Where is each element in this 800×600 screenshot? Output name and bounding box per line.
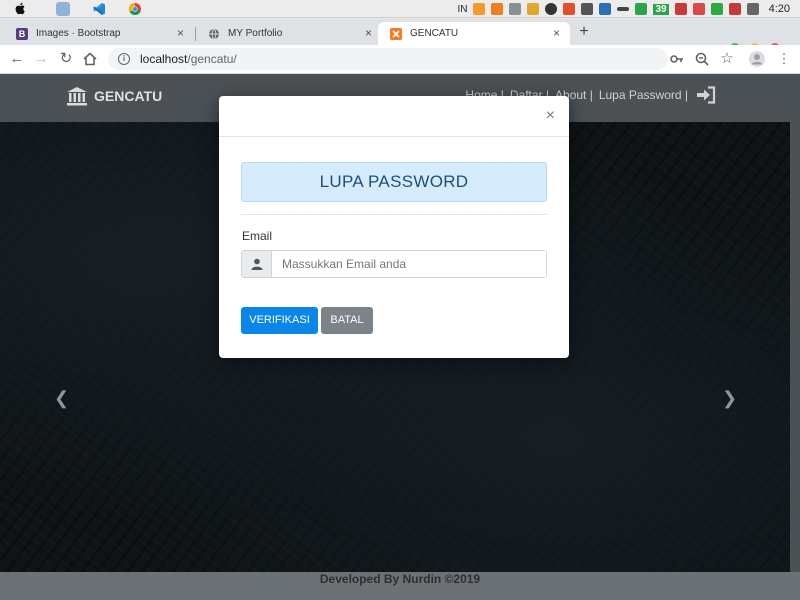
xampp-favicon <box>390 27 402 40</box>
tab-label: GENCATU <box>410 28 459 39</box>
tool-icon[interactable] <box>509 3 522 15</box>
institution-icon <box>67 87 87 106</box>
user-addon <box>242 251 272 277</box>
page-scrollbar[interactable] <box>790 122 800 572</box>
key-icon[interactable] <box>668 50 686 68</box>
page-viewport: GENCATU Home | Daftar | About | Lupa Pas… <box>0 74 800 600</box>
vscode-icon[interactable] <box>92 2 106 16</box>
kebab-menu-icon[interactable]: ⋮ <box>775 50 793 68</box>
back-arrow-icon[interactable]: ← <box>8 50 26 68</box>
bluetooth-icon[interactable] <box>746 3 759 15</box>
xampp-icon[interactable] <box>491 3 504 15</box>
alert-icon[interactable] <box>674 3 687 15</box>
divider <box>241 214 547 215</box>
address-bar[interactable]: i localhost/gencatu/ <box>108 48 668 70</box>
browser-toolbar: ← → ↻ i localhost/gencatu/ ☆ ⋮ <box>0 45 800 74</box>
tab-label: MY Portfolio <box>228 28 283 39</box>
globe-icon <box>209 28 219 39</box>
nav-link-lupa-password[interactable]: Lupa Password | <box>599 88 688 102</box>
verify-button[interactable]: VERIFIKASI <box>241 307 318 334</box>
new-tab-button[interactable]: + <box>574 23 594 43</box>
drive-icon[interactable] <box>710 3 723 15</box>
zoom-icon[interactable] <box>693 50 711 68</box>
battery-bar-icon[interactable] <box>617 7 630 11</box>
modal-header: × <box>219 96 569 137</box>
home-icon[interactable] <box>82 51 98 67</box>
carousel-next-icon[interactable]: ❯ <box>722 388 737 409</box>
sign-in-icon[interactable] <box>696 86 716 104</box>
status-tray: IN 39 4:20 <box>457 0 800 18</box>
bootstrap-favicon: B <box>16 27 28 40</box>
email-label: Email <box>242 229 273 243</box>
modal-close-icon[interactable]: × <box>546 108 555 124</box>
modal-title: LUPA PASSWORD <box>241 162 547 202</box>
address-path: /gencatu/ <box>187 52 237 66</box>
chrome-icon[interactable] <box>128 2 142 16</box>
grid-icon[interactable] <box>728 3 741 15</box>
app-icon[interactable] <box>563 3 576 15</box>
close-tab-icon[interactable]: × <box>365 26 372 40</box>
close-tab-icon[interactable]: × <box>553 26 560 40</box>
close-tab-icon[interactable]: × <box>177 26 184 40</box>
vlc-icon[interactable] <box>473 3 486 15</box>
forward-arrow-icon[interactable]: → <box>32 50 50 68</box>
apple-icon[interactable] <box>14 2 26 15</box>
record-icon[interactable] <box>692 3 705 15</box>
shield-icon[interactable] <box>635 3 648 15</box>
bookmark-star-icon[interactable]: ☆ <box>718 50 736 68</box>
display-icon[interactable] <box>599 3 612 15</box>
site-footer: Developed By Nurdin ©2019 <box>0 572 800 600</box>
profile-avatar-icon[interactable] <box>748 50 766 68</box>
site-info-icon[interactable]: i <box>118 53 130 65</box>
notification-count-badge[interactable]: 39 <box>653 3 669 15</box>
reload-icon[interactable]: ↻ <box>57 50 75 68</box>
system-menubar: IN 39 4:20 <box>0 0 800 18</box>
brand-name: GENCATU <box>94 88 163 104</box>
site-brand[interactable]: GENCATU <box>66 86 162 106</box>
browser-tabstrip: B Images · Bootstrap × MY Portfolio × GE… <box>0 19 800 53</box>
tab-gencatu[interactable]: GENCATU × <box>378 22 570 45</box>
forgot-password-modal: × LUPA PASSWORD Email VERIFIKASI BATAL <box>219 96 569 358</box>
user-icon <box>251 258 262 270</box>
finder-icon[interactable] <box>56 2 70 16</box>
menubar-clock[interactable]: 4:20 <box>769 3 790 15</box>
email-input-group <box>241 250 547 278</box>
cancel-button[interactable]: BATAL <box>321 307 373 334</box>
footer-credit: Developed By Nurdin ©2019 <box>319 572 481 586</box>
tab-portfolio[interactable]: MY Portfolio × <box>196 22 382 45</box>
audio-icon[interactable] <box>581 3 594 15</box>
address-host: localhost <box>140 52 188 66</box>
email-input[interactable] <box>273 251 546 277</box>
tab-label: Images · Bootstrap <box>36 28 121 39</box>
carousel-prev-icon[interactable]: ❮ <box>54 388 69 409</box>
input-source-label[interactable]: IN <box>457 4 467 15</box>
mask-icon[interactable] <box>545 3 558 15</box>
tab-bootstrap[interactable]: B Images · Bootstrap × <box>4 22 194 45</box>
sketch-icon[interactable] <box>527 3 540 15</box>
